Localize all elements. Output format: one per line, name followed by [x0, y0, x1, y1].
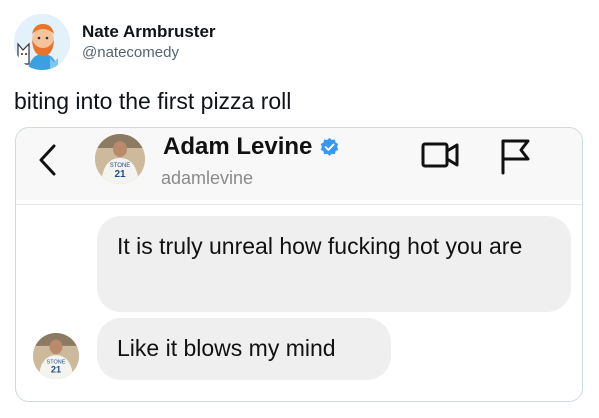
video-camera-icon: [421, 142, 459, 168]
jersey-number: 21: [114, 169, 126, 180]
back-button[interactable]: [34, 142, 62, 178]
jersey-number: 21: [51, 365, 61, 375]
flag-icon: [501, 139, 530, 175]
tweet-header: Nate Armbruster @natecomedy: [14, 14, 216, 70]
contact-handle[interactable]: adamlevine: [161, 166, 253, 190]
report-flag-button[interactable]: [498, 137, 532, 175]
tweet-media-screenshot[interactable]: STONE 21 Adam Levine adamlevine It is tr…: [15, 127, 583, 402]
contact-name-row: Adam Levine: [163, 131, 340, 163]
cartoon-avatar-icon: [14, 14, 70, 70]
message-bubble[interactable]: Like it blows my mind: [97, 318, 391, 380]
message-sender-avatar[interactable]: STONE 21: [33, 333, 79, 379]
author-meta: Nate Armbruster @natecomedy: [82, 21, 216, 63]
contact-avatar[interactable]: STONE 21: [95, 134, 145, 184]
jersey-avatar-image: STONE 21: [95, 134, 145, 184]
contact-name[interactable]: Adam Levine: [163, 131, 312, 163]
dm-divider: [16, 204, 582, 205]
author-avatar[interactable]: [14, 14, 70, 70]
jersey-avatar-image: STONE 21: [33, 333, 79, 379]
tweet-text: biting into the first pizza roll: [14, 88, 292, 114]
author-name[interactable]: Nate Armbruster: [82, 21, 216, 43]
verified-badge-icon: [321, 137, 339, 156]
video-call-button[interactable]: [421, 140, 461, 170]
message-bubble[interactable]: It is truly unreal how fucking hot you a…: [97, 216, 571, 312]
chevron-left-icon: [39, 144, 56, 176]
author-handle[interactable]: @natecomedy: [82, 43, 216, 63]
